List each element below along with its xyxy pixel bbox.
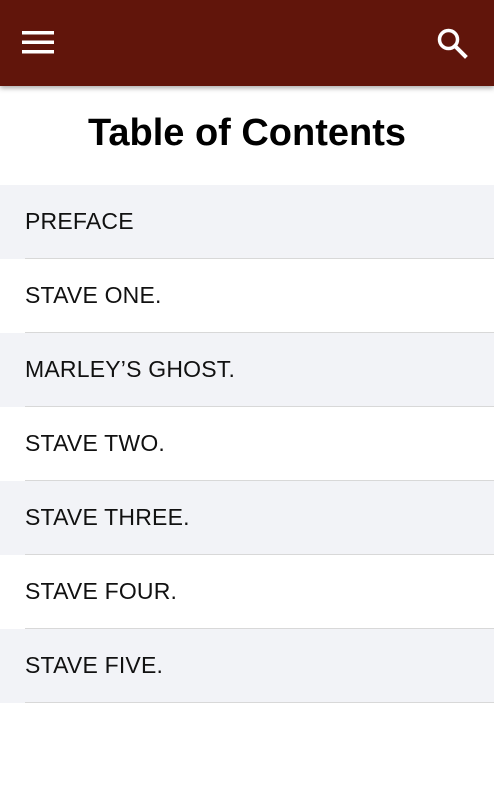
toc-item-label: MARLEY’S GHOST. [25, 356, 236, 382]
toc-item-stave-five[interactable]: STAVE FIVE. [0, 629, 494, 703]
toc-item-marleys-ghost[interactable]: MARLEY’S GHOST. [0, 333, 494, 407]
toc-item-preface[interactable]: PREFACE [0, 185, 494, 259]
toc-item-stave-two[interactable]: STAVE TWO. [0, 407, 494, 481]
search-button[interactable] [430, 22, 474, 66]
search-icon [437, 28, 468, 59]
toc-item-label: STAVE FOUR. [25, 578, 178, 604]
toc-item-label: STAVE FIVE. [25, 652, 164, 678]
toc-item-label: PREFACE [25, 208, 134, 234]
toc-item-label: STAVE THREE. [25, 504, 190, 530]
toc-item-label: STAVE ONE. [25, 282, 162, 308]
hamburger-menu-icon [22, 31, 54, 54]
toc-list: PREFACE STAVE ONE. MARLEY’S GHOST. STAVE… [0, 185, 494, 703]
toc-item-stave-one[interactable]: STAVE ONE. [0, 259, 494, 333]
toc-item-label: STAVE TWO. [25, 430, 166, 456]
menu-button[interactable] [16, 23, 60, 63]
app-bar [0, 0, 494, 86]
page-title: Table of Contents [87, 112, 407, 154]
toc-item-stave-three[interactable]: STAVE THREE. [0, 481, 494, 555]
toc-item-stave-four[interactable]: STAVE FOUR. [0, 555, 494, 629]
